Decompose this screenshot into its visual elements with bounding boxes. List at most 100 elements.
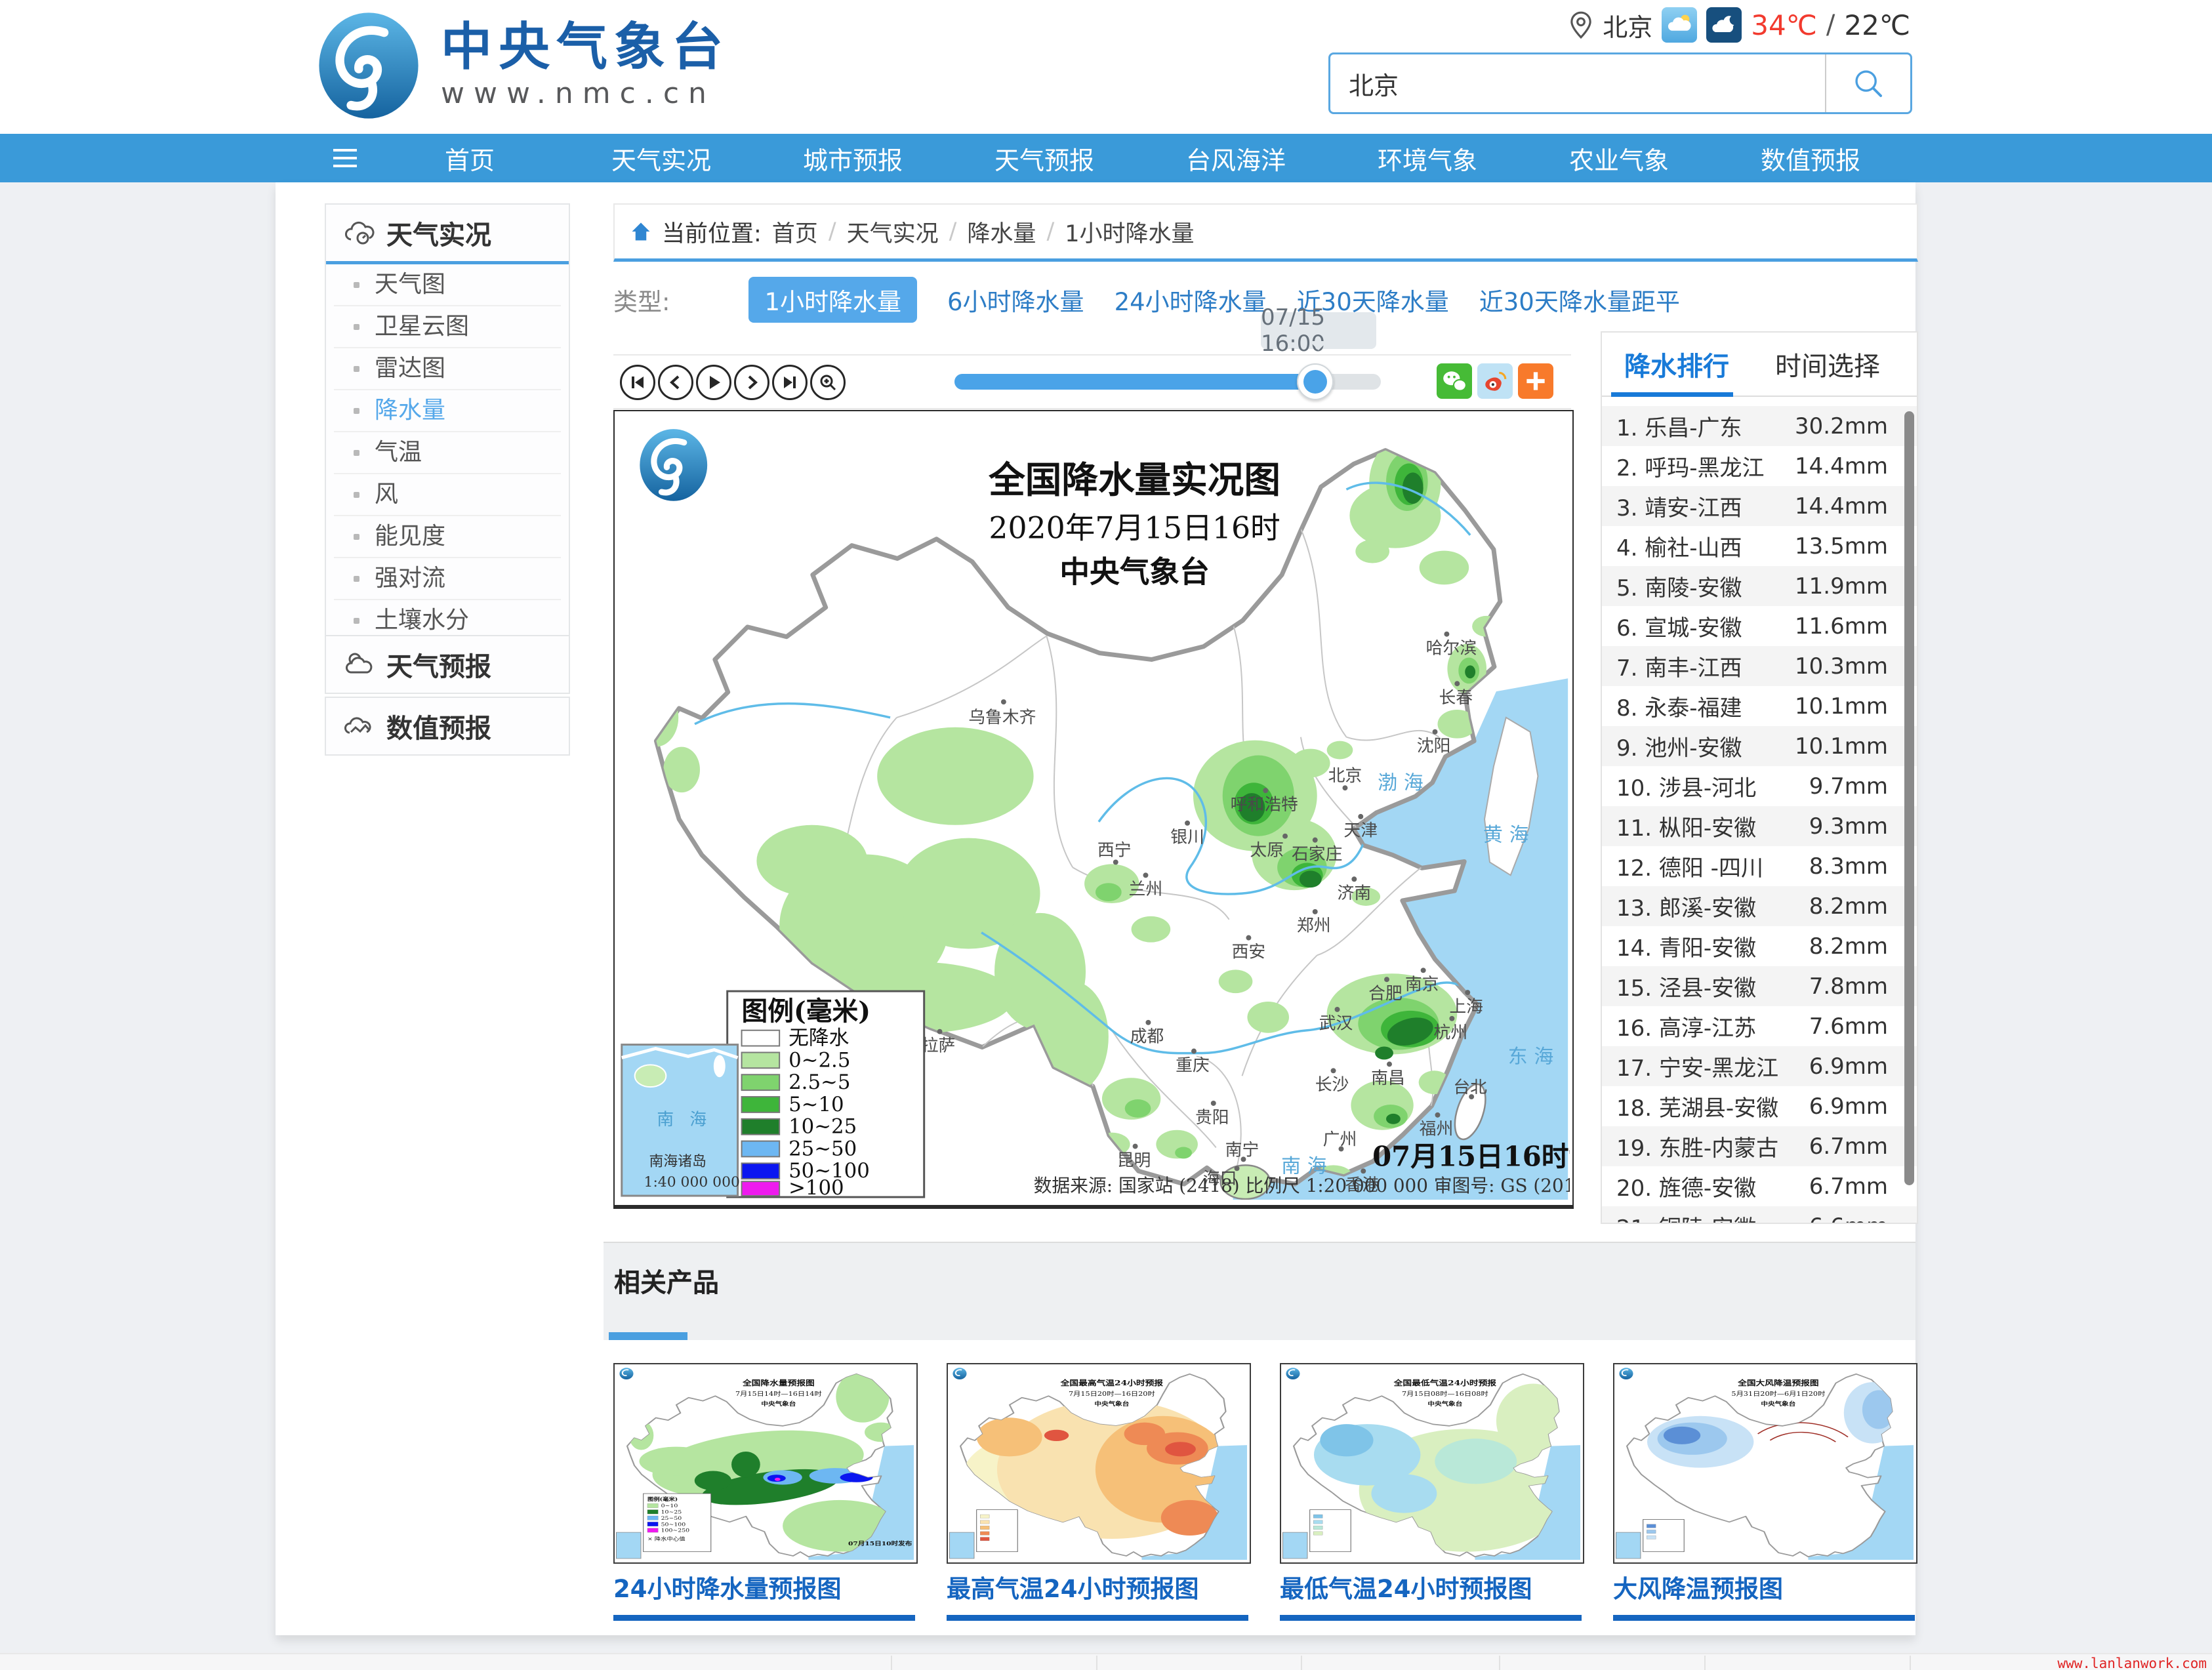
product-card-precip-forecast[interactable]: 全国降水量预报图 7月15日14时—16日14时 中央气象台 图例(毫米) 0~… (613, 1363, 918, 1564)
ranking-row[interactable]: 18. 芜湖县-安徽6.9mm (1602, 1086, 1917, 1126)
nav-home[interactable]: 首页 (374, 140, 565, 176)
svg-text:中央气象台: 中央气象台 (1427, 1400, 1463, 1408)
svg-text:7月15日14时—16日14时: 7月15日14时—16日14时 (735, 1391, 822, 1398)
ranking-row[interactable]: 6. 宣城-安徽11.6mm (1602, 606, 1917, 646)
tab-1h-precip[interactable]: 1小时降水量 (748, 277, 917, 323)
ranking-row[interactable]: 1. 乐昌-广东30.2mm (1602, 406, 1917, 446)
sidebar-section-forecast[interactable]: 天气预报 (326, 636, 569, 693)
zoom-in-button[interactable] (810, 365, 846, 400)
product-caption-max-temp[interactable]: 最高气温24小时预报图 (947, 1569, 1248, 1604)
wechat-share-icon[interactable] (1437, 363, 1472, 399)
site-logo[interactable]: 中央气象台 www.nmc.cn (314, 10, 729, 121)
ranking-row[interactable]: 11. 枞阳-安徽9.3mm (1602, 806, 1917, 846)
menu-icon[interactable] (333, 149, 374, 167)
play-button[interactable] (696, 365, 731, 400)
product-caption-min-temp[interactable]: 最低气温24小时预报图 (1280, 1569, 1582, 1604)
sidebar-item-visibility[interactable]: 能见度 (334, 516, 561, 558)
svg-text:0~2.5: 0~2.5 (789, 1048, 850, 1072)
nav-weather-forecast[interactable]: 天气预报 (949, 140, 1140, 176)
sidebar-item-temperature[interactable]: 气温 (334, 432, 561, 474)
home-icon[interactable] (629, 220, 653, 243)
tab-6h-precip[interactable]: 6小时降水量 (947, 282, 1084, 317)
product-card-min-temp[interactable]: 全国最低气温24小时预报 7月15日08时—16日08时 中央气象台 (1280, 1363, 1584, 1564)
next-button[interactable] (734, 365, 769, 400)
ranking-row[interactable]: 8. 永泰-福建10.1mm (1602, 686, 1917, 726)
ranking-row[interactable]: 13. 郎溪-安徽8.2mm (1602, 886, 1917, 926)
svg-text:武汉: 武汉 (1319, 1014, 1353, 1034)
ranking-row[interactable]: 19. 东胜-内蒙古6.7mm (1602, 1126, 1917, 1166)
ranking-scrollbar[interactable] (1904, 411, 1914, 1185)
time-tooltip: 07/15 16:00 (1261, 312, 1376, 349)
product-card-wind-cooling[interactable]: 全国大风降温预报图 5月31日20时—6月1日20时 中央气象台 (1613, 1363, 1917, 1564)
ranking-row[interactable]: 14. 青阳-安徽8.2mm (1602, 926, 1917, 966)
nav-environment[interactable]: 环境气象 (1332, 140, 1523, 176)
ranking-row[interactable]: 12. 德阳 -四川8.3mm (1602, 846, 1917, 886)
ranking-row[interactable]: 4. 榆社-山西13.5mm (1602, 526, 1917, 566)
precipitation-map[interactable]: 渤海 黄海 东海 南海 乌鲁木齐 哈尔滨 长春 沈阳 北京 天津 石家庄 太原 … (613, 410, 1574, 1209)
svg-text:石家庄: 石家庄 (1292, 844, 1342, 864)
prev-button[interactable] (658, 365, 693, 400)
ranking-row[interactable]: 21. 铜陵-安徽6.6mm (1602, 1206, 1917, 1224)
ranking-row[interactable]: 10. 涉县-河北9.7mm (1602, 766, 1917, 806)
south-sea-inset: 南 海 南海诸岛 1:40 000 000 (622, 1045, 740, 1196)
sidebar-item-wind[interactable]: 风 (334, 474, 561, 516)
ranking-row[interactable]: 9. 池州-安徽10.1mm (1602, 726, 1917, 766)
sidebar-item-weather-chart[interactable]: 天气图 (334, 264, 561, 306)
nav-typhoon-ocean[interactable]: 台风海洋 (1140, 140, 1332, 176)
nav-agriculture[interactable]: 农业气象 (1523, 140, 1715, 176)
sidebar-item-convection[interactable]: 强对流 (334, 558, 561, 600)
nav-numerical[interactable]: 数值预报 (1715, 140, 1906, 176)
temp-separator: / (1826, 10, 1835, 40)
tab-time-select[interactable]: 时间选择 (1775, 345, 1880, 383)
ranking-row[interactable]: 15. 泾县-安徽7.8mm (1602, 966, 1917, 1006)
location-name[interactable]: 北京 (1603, 7, 1652, 43)
svg-text:南昌: 南昌 (1371, 1069, 1405, 1088)
watermark-text: www.lanlanwork.com (2057, 1656, 2207, 1670)
svg-text:50~100: 50~100 (661, 1521, 686, 1527)
search-button[interactable] (1825, 54, 1910, 112)
sidebar-section-title: 数值预报 (386, 707, 491, 745)
svg-text:呼和浩特: 呼和浩特 (1231, 795, 1298, 815)
search-box (1328, 52, 1912, 114)
svg-text:南 海: 南 海 (657, 1110, 712, 1130)
svg-text:10~25: 10~25 (661, 1509, 682, 1515)
skip-end-button[interactable] (772, 365, 808, 400)
ranking-row[interactable]: 20. 旌德-安徽6.7mm (1602, 1166, 1917, 1206)
nav-weather-now[interactable]: 天气实况 (565, 140, 757, 176)
svg-text:1:40 000 000: 1:40 000 000 (644, 1174, 740, 1191)
related-products-title: 相关产品 (614, 1261, 719, 1299)
nmc-logo-icon (314, 10, 424, 121)
search-input[interactable] (1330, 54, 1825, 112)
sidebar-section-weather-now[interactable]: 天气实况 (326, 205, 569, 261)
sidebar-item-precipitation[interactable]: 降水量 (334, 390, 561, 432)
ranking-row[interactable]: 3. 靖安-江西14.4mm (1602, 486, 1917, 526)
tab-30d-anomaly[interactable]: 近30天降水量距平 (1479, 282, 1680, 317)
sidebar-section-numerical[interactable]: 数值预报 (326, 698, 569, 754)
sidebar-item-satellite[interactable]: 卫星云图 (334, 306, 561, 348)
breadcrumb-weather-now[interactable]: 天气实况 (847, 215, 939, 249)
breadcrumb-home[interactable]: 首页 (772, 215, 818, 249)
ranking-row[interactable]: 17. 宁安-黑龙江6.9mm (1602, 1046, 1917, 1086)
slider-handle[interactable] (1297, 363, 1334, 400)
ranking-row[interactable]: 2. 呼玛-黑龙江14.4mm (1602, 446, 1917, 486)
weibo-share-icon[interactable] (1477, 363, 1513, 399)
ranking-row[interactable]: 7. 南丰-江西10.3mm (1602, 646, 1917, 686)
product-card-max-temp[interactable]: 全国最高气温24小时预报 7月15日20时—16日20时 中央气象台 (947, 1363, 1251, 1564)
skip-start-button[interactable] (620, 365, 655, 400)
tab-24h-precip[interactable]: 24小时降水量 (1115, 282, 1267, 317)
product-caption-wind[interactable]: 大风降温预报图 (1613, 1569, 1915, 1604)
related-title-underline (609, 1332, 687, 1340)
svg-text:全国最高气温24小时预报: 全国最高气温24小时预报 (1060, 1379, 1164, 1387)
more-share-icon[interactable] (1518, 363, 1553, 399)
breadcrumb-precipitation[interactable]: 降水量 (967, 215, 1036, 249)
ranking-row[interactable]: 16. 高淳-江苏7.6mm (1602, 1006, 1917, 1046)
map-nmc-logo (640, 429, 707, 501)
tab-precip-ranking[interactable]: 降水排行 (1624, 345, 1729, 383)
product-caption-precip[interactable]: 24小时降水量预报图 (613, 1569, 915, 1604)
svg-text:重庆: 重庆 (1176, 1055, 1210, 1075)
nav-city-forecast[interactable]: 城市预报 (757, 140, 949, 176)
sidebar-item-radar[interactable]: 雷达图 (334, 348, 561, 390)
svg-text:全国最低气温24小时预报: 全国最低气温24小时预报 (1393, 1379, 1497, 1387)
ranking-row[interactable]: 5. 南陵-安徽11.9mm (1602, 566, 1917, 606)
svg-text:福州: 福州 (1420, 1120, 1454, 1139)
